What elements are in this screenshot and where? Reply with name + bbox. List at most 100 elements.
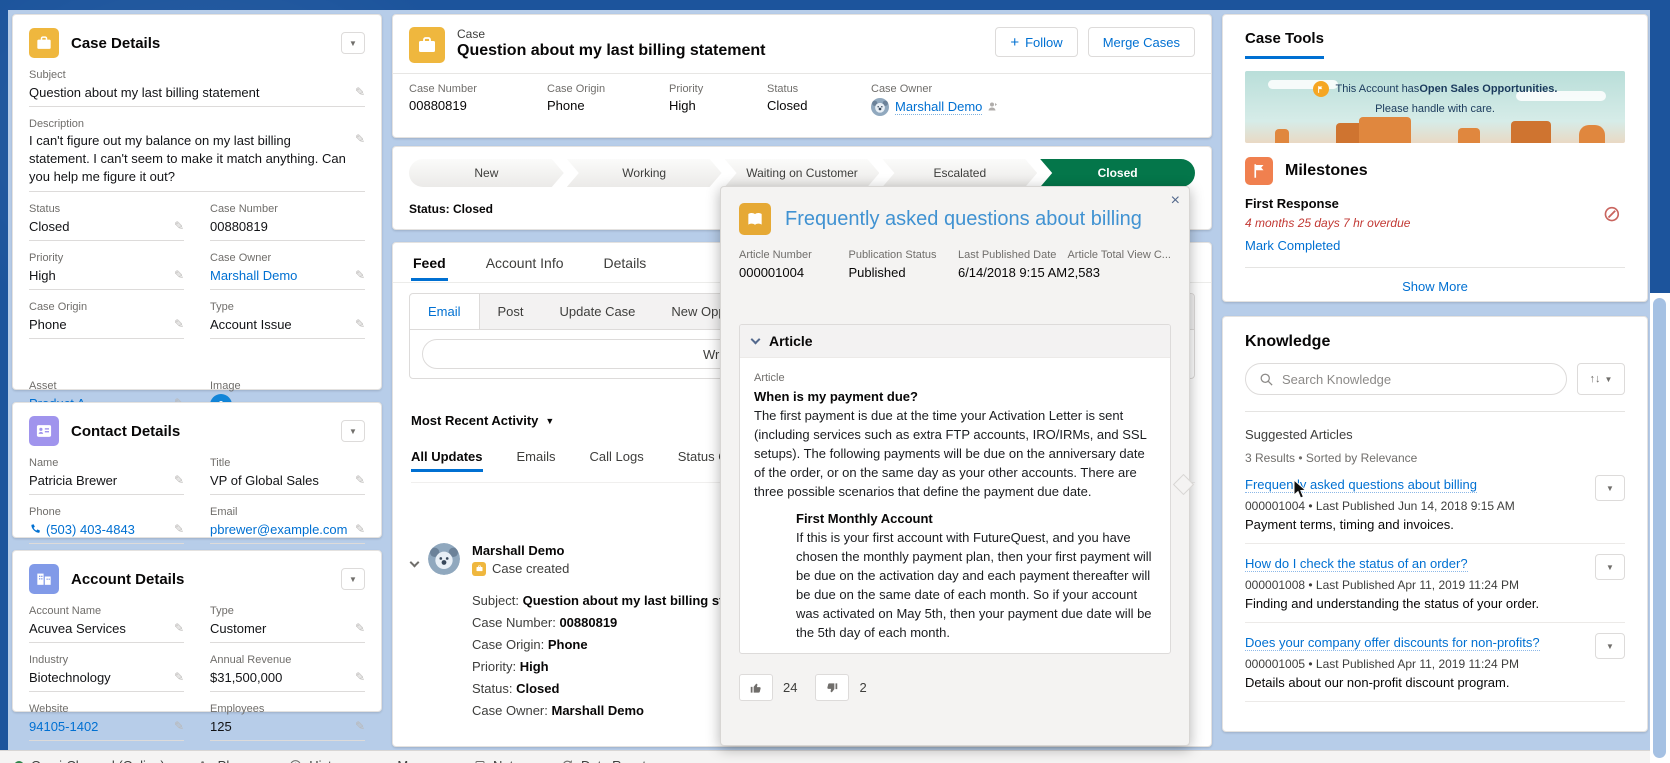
article-link[interactable]: Frequently asked questions about billing <box>1245 477 1477 493</box>
suggested-articles-label: Suggested Articles <box>1245 427 1353 442</box>
tab-details[interactable]: Details <box>602 245 649 281</box>
field-account-name: Account Name Acuvea Services ✎ <box>29 603 184 643</box>
utility-omni-channel[interactable]: Omni-Channel (Online) <box>14 758 165 763</box>
sort-button[interactable]: ↑↓ ▼ <box>1577 363 1625 395</box>
utility-phone[interactable]: Phone <box>199 758 255 763</box>
path-stage-closed[interactable]: Closed <box>1040 159 1195 187</box>
case-owner-link[interactable]: Marshall Demo <box>210 268 297 283</box>
tab-account-info[interactable]: Account Info <box>484 245 566 281</box>
search-input[interactable] <box>1282 364 1506 394</box>
phone-link[interactable]: (503) 403-4843 <box>46 522 135 537</box>
article-question: When is my payment due? <box>754 389 918 404</box>
field-case-number: Case Number 00880819 <box>210 201 365 241</box>
filter-call-logs[interactable]: Call Logs <box>590 449 644 472</box>
popup-field-last-published: Last Published Date 6/14/2018 9:15 AM <box>957 249 1068 280</box>
edit-icon[interactable]: ✎ <box>349 317 365 331</box>
violation-icon: ⊘ <box>1602 201 1621 226</box>
case-tools-card: Case Tools This Account has Open Sales O… <box>1222 14 1648 302</box>
filter-emails[interactable]: Emails <box>517 449 556 472</box>
show-more-link[interactable]: Show More <box>1245 279 1625 294</box>
utility-history[interactable]: History <box>289 758 350 763</box>
edit-icon[interactable]: ✎ <box>168 268 184 282</box>
merge-cases-button[interactable]: Merge Cases <box>1087 27 1195 57</box>
utility-macros[interactable]: » Macros <box>384 758 440 763</box>
sort-arrows-icon: ↑↓ <box>1589 373 1601 385</box>
edit-icon[interactable]: ✎ <box>168 670 184 684</box>
avatar[interactable] <box>428 543 460 575</box>
article-description: Payment terms, timing and invoices. <box>1245 517 1454 532</box>
article-section-header[interactable]: Article <box>740 325 1170 358</box>
path-stage-new[interactable]: New <box>409 159 564 187</box>
edit-icon[interactable]: ✎ <box>349 473 365 487</box>
article-link[interactable]: Does your company offer discounts for no… <box>1245 635 1540 651</box>
composer-tab-update-case[interactable]: Update Case <box>542 294 654 329</box>
article-link[interactable]: How do I check the status of an order? <box>1245 556 1468 572</box>
edit-icon[interactable]: ✎ <box>349 719 365 733</box>
article-actions-button[interactable]: ▼ <box>1595 475 1625 501</box>
field-name: Name Patricia Brewer ✎ <box>29 455 184 495</box>
edit-icon[interactable]: ✎ <box>349 85 365 99</box>
edit-icon[interactable]: ✎ <box>349 132 365 146</box>
change-owner-icon[interactable] <box>987 101 999 113</box>
like-count: 24 <box>783 680 798 695</box>
feed-action-label: Case created <box>492 561 570 576</box>
scrollbar-thumb[interactable] <box>1653 298 1666 758</box>
edit-icon[interactable]: ✎ <box>168 719 184 733</box>
path-stage-waiting[interactable]: Waiting on Customer <box>725 159 880 187</box>
thumbs-down-button[interactable] <box>815 674 850 701</box>
field-website: Website 94105-1402 ✎ <box>29 701 184 741</box>
note-icon <box>474 760 486 763</box>
path-stage-working[interactable]: Working <box>567 159 722 187</box>
rock-decoration <box>1359 117 1411 143</box>
article-meta: 000001005 • Last Published Apr 11, 2019 … <box>1245 657 1519 671</box>
case-owner-link[interactable]: Marshall Demo <box>895 99 983 115</box>
rock-decoration <box>1579 125 1606 143</box>
follow-button[interactable]: + Follow <box>995 27 1078 57</box>
composer-tab-post[interactable]: Post <box>480 294 542 329</box>
utility-data-reset[interactable]: Data Reset <box>561 758 646 763</box>
article-actions-button[interactable]: ▼ <box>1595 633 1625 659</box>
thumbs-up-button[interactable] <box>739 674 773 701</box>
activity-sort-dropdown[interactable]: Most Recent Activity ▼ <box>411 413 554 428</box>
edit-icon[interactable]: ✎ <box>168 317 184 331</box>
filter-all-updates[interactable]: All Updates <box>411 449 483 472</box>
utility-notes[interactable]: Notes <box>474 758 527 763</box>
edit-icon[interactable]: ✎ <box>168 473 184 487</box>
card-menu-button[interactable]: ▼ <box>341 568 365 590</box>
entity-label: Case <box>457 27 486 41</box>
field-subject: Subject Question about my last billing s… <box>29 67 365 107</box>
field-annual-revenue: Annual Revenue $31,500,000 ✎ <box>210 652 365 692</box>
case-icon <box>409 27 445 63</box>
email-link[interactable]: pbrewer@example.com <box>210 522 347 537</box>
close-icon[interactable]: × <box>1171 192 1180 210</box>
article-title-link[interactable]: Frequently asked questions about billing <box>785 208 1142 231</box>
case-icon <box>472 561 486 576</box>
path-stage-escalated[interactable]: Escalated <box>882 159 1037 187</box>
collapse-chevron-icon[interactable] <box>409 553 420 722</box>
scrollbar-track[interactable] <box>1650 293 1670 763</box>
dislike-count: 2 <box>859 680 867 695</box>
clock-icon <box>289 759 302 763</box>
field-email: Email pbrewer@example.com ✎ <box>210 504 365 544</box>
edit-icon[interactable]: ✎ <box>349 268 365 282</box>
case-details-card: Case Details ▼ Subject Question about my… <box>12 14 382 422</box>
field-account-type: Type Customer ✎ <box>210 603 365 643</box>
edit-icon[interactable]: ✎ <box>349 621 365 635</box>
edit-icon[interactable]: ✎ <box>168 219 184 233</box>
article-actions-button[interactable]: ▼ <box>1595 554 1625 580</box>
edit-icon[interactable]: ✎ <box>349 670 365 684</box>
tab-case-tools[interactable]: Case Tools <box>1245 30 1324 59</box>
composer-tab-email[interactable]: Email <box>410 294 480 329</box>
edit-icon[interactable]: ✎ <box>349 522 365 536</box>
mark-completed-link[interactable]: Mark Completed <box>1245 238 1625 253</box>
app-window: Case Details ▼ Subject Question about my… <box>0 0 1670 763</box>
card-menu-button[interactable]: ▼ <box>341 32 365 54</box>
chevron-down-icon <box>750 334 761 345</box>
tab-feed[interactable]: Feed <box>411 245 448 281</box>
card-menu-button[interactable]: ▼ <box>341 420 365 442</box>
edit-icon[interactable]: ✎ <box>168 621 184 635</box>
popup-field-article-number: Article Number 000001004 <box>739 249 812 280</box>
edit-icon[interactable]: ✎ <box>168 522 184 536</box>
knowledge-article-popover: × Frequently asked questions about billi… <box>720 186 1190 746</box>
website-link[interactable]: 94105-1402 <box>29 719 98 734</box>
